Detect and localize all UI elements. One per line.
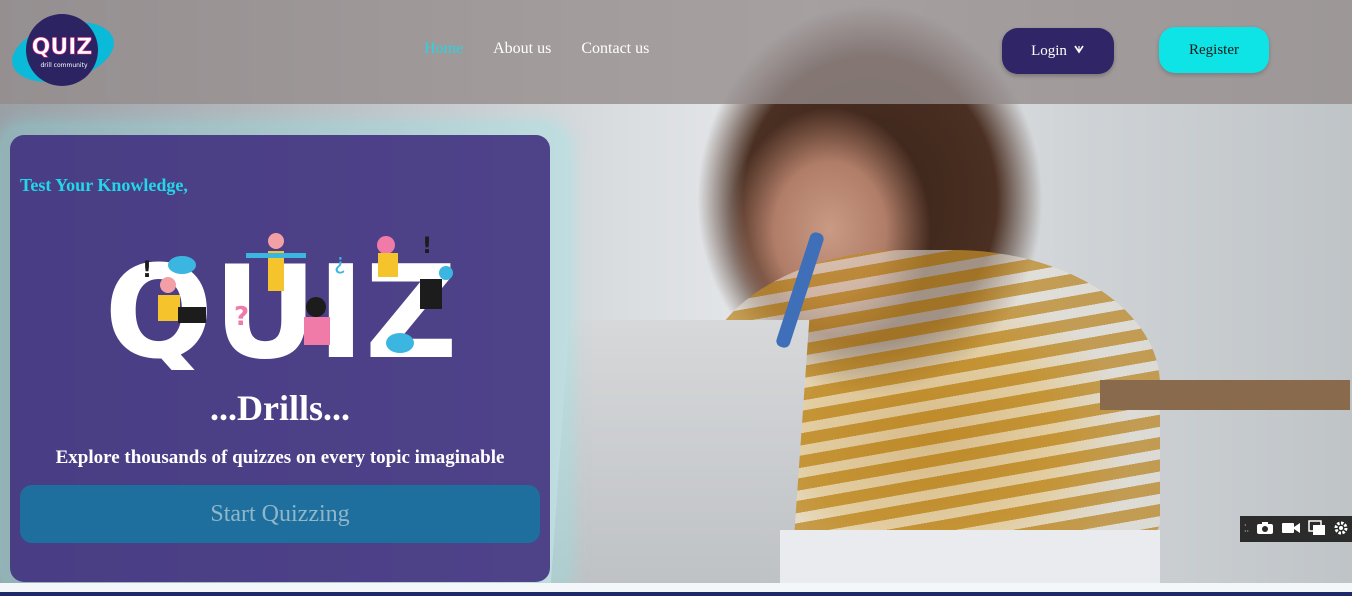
svg-text:QUIZ: QUIZ <box>32 35 93 60</box>
more-dots-icon[interactable]: · ·· <box>1244 522 1249 536</box>
hero-tagline: Test Your Knowledge, <box>20 175 188 195</box>
bottom-strip <box>0 583 1352 592</box>
chevron-down-icon <box>1073 43 1085 60</box>
site-logo[interactable]: QUIZ drill community <box>10 12 116 90</box>
laptop-screen <box>550 320 810 585</box>
start-quizzing-button[interactable]: Start Quizzing <box>20 485 540 543</box>
svg-text:¿: ¿ <box>334 250 346 275</box>
video-icon[interactable] <box>1281 521 1301 538</box>
register-button[interactable]: Register <box>1159 27 1269 73</box>
copy-icon[interactable] <box>1308 519 1326 539</box>
svg-text:drill community: drill community <box>40 62 87 69</box>
nav-home[interactable]: Home <box>424 40 463 58</box>
camera-icon[interactable] <box>1256 521 1274 538</box>
svg-text:!: ! <box>422 234 432 259</box>
svg-text:!: ! <box>142 258 152 283</box>
hero-subtitle: Explore thousands of quizzes on every to… <box>55 447 505 468</box>
svg-text:?: ? <box>234 302 249 332</box>
login-button[interactable]: Login <box>1002 28 1114 74</box>
login-label: Login <box>1031 42 1067 59</box>
laptop-base <box>780 530 1160 583</box>
gear-icon[interactable] <box>1333 520 1349 539</box>
media-toolbar: · ·· <box>1240 516 1352 542</box>
main-nav: Home About us Contact us <box>424 40 649 58</box>
hero-card: Test Your Knowledge, QUIZ ? ¿ ! ! ...Dri… <box>10 135 550 582</box>
quiz-illustration: QUIZ ? ¿ ! ! <box>104 225 458 388</box>
nav-contact-us[interactable]: Contact us <box>581 40 649 58</box>
nav-about-us[interactable]: About us <box>493 40 551 58</box>
hero-title: ...Drills... <box>210 388 350 428</box>
bottom-border <box>0 592 1352 596</box>
kitchen-counter <box>1100 380 1350 410</box>
navbar: QUIZ drill community Home About us Conta… <box>0 0 1352 104</box>
